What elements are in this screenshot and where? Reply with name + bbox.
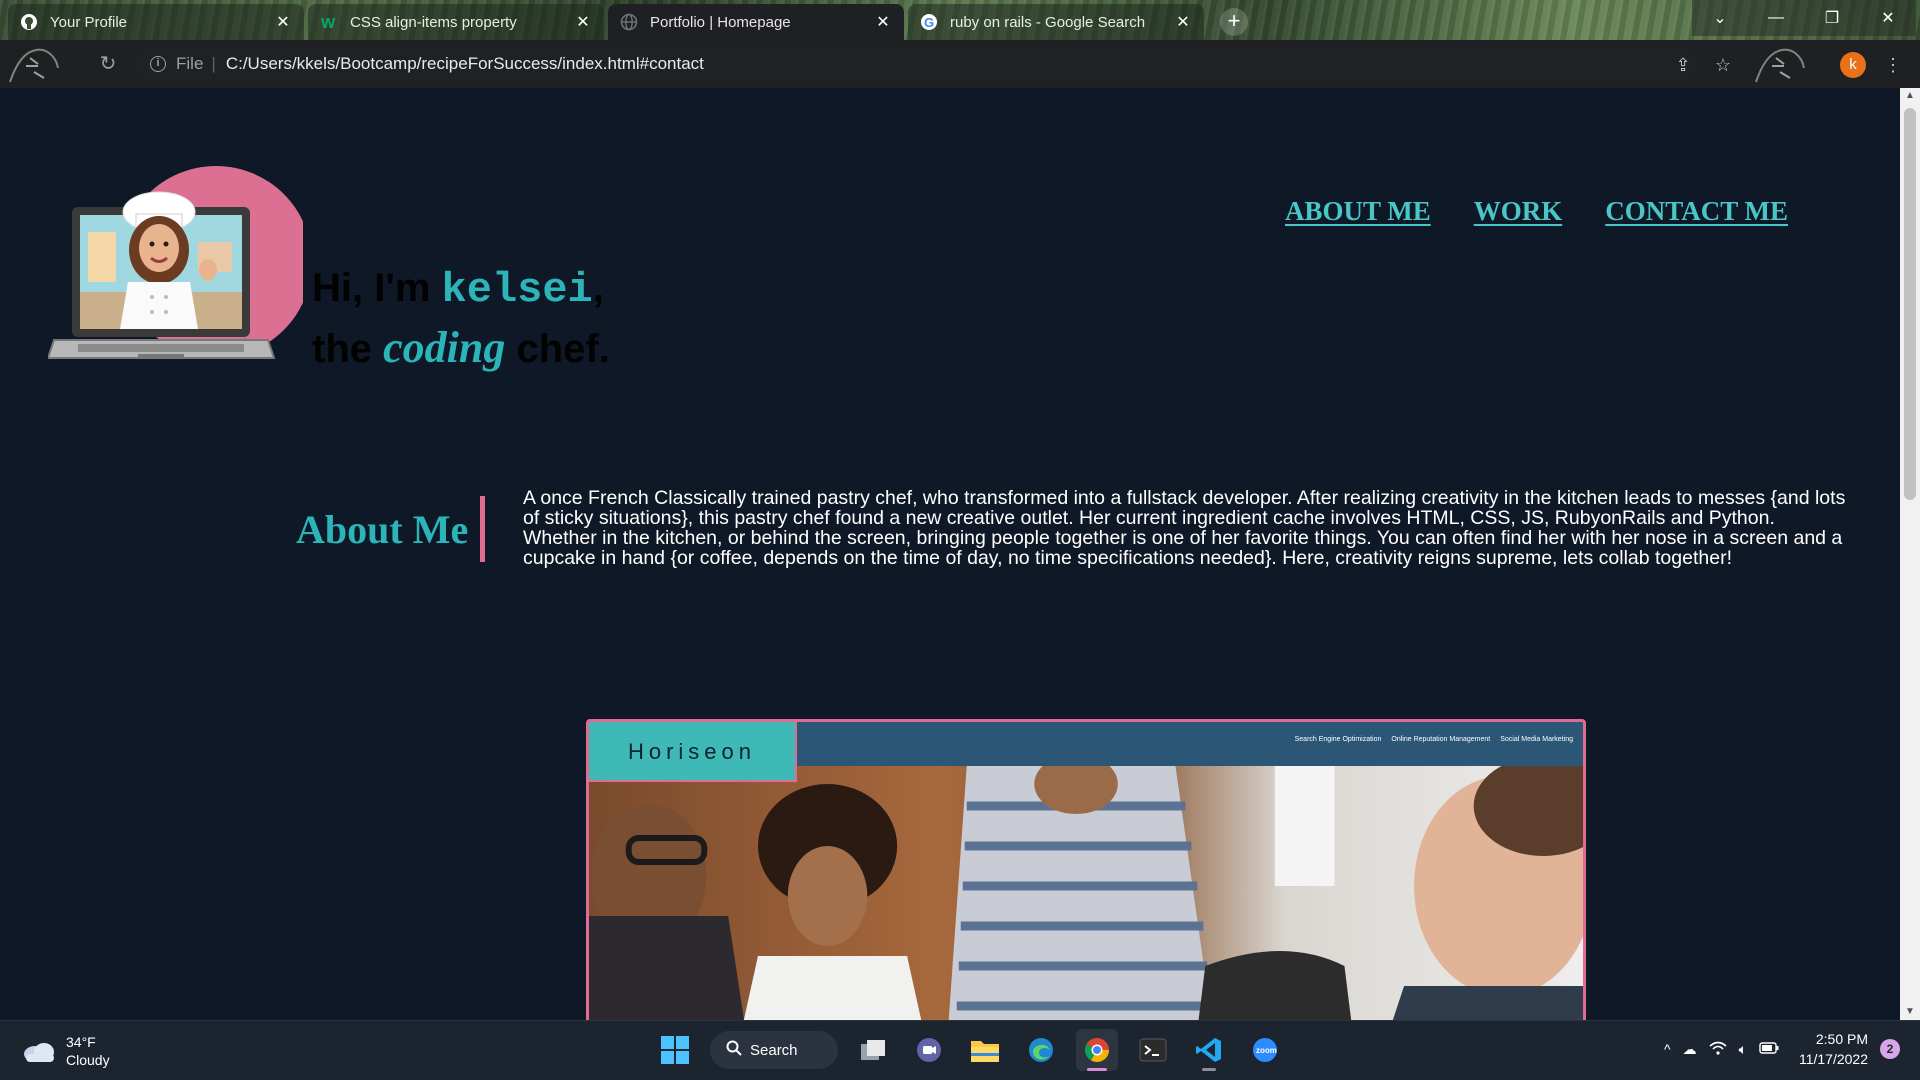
close-icon[interactable]: ✕ <box>1174 13 1192 31</box>
new-tab-button[interactable]: + <box>1220 8 1248 36</box>
close-window-button[interactable]: ✕ <box>1860 0 1916 36</box>
reload-icon[interactable]: ↻ <box>96 52 120 76</box>
hero-name: kelsei <box>441 266 593 314</box>
zoom-icon[interactable]: zoom <box>1244 1029 1286 1071</box>
weather-condition: Cloudy <box>66 1052 110 1068</box>
chevron-up-icon[interactable]: ^ <box>1664 1041 1671 1057</box>
scroll-up-arrow-icon[interactable]: ▲ <box>1900 88 1920 104</box>
minimize-button[interactable]: — <box>1748 0 1804 36</box>
scroll-down-arrow-icon[interactable]: ▼ <box>1900 1004 1920 1020</box>
theme-deco-icon <box>9 48 59 83</box>
browser-toolbar: ↻ i File | C:/Users/kkels/Bootcamp/recip… <box>0 40 1920 88</box>
tab-your-profile[interactable]: Your Profile ✕ <box>8 4 304 40</box>
system-clock[interactable]: 2:50 PM 11/17/2022 <box>1799 1029 1868 1069</box>
hero-the: the <box>312 327 384 371</box>
nav-work[interactable]: WORK <box>1474 196 1563 227</box>
menu-kebab-icon[interactable]: ⋮ <box>1882 54 1904 76</box>
hero-line-1: Hi, I'm kelsei, <box>312 260 610 319</box>
cloud-icon <box>24 1043 54 1062</box>
project-link-seo: Search Engine Optimization <box>1294 736 1382 743</box>
project-nav-links: Search Engine Optimization Online Reputa… <box>1295 736 1573 743</box>
url-text[interactable]: C:/Users/kkels/Bootcamp/recipeForSuccess… <box>226 54 704 74</box>
hero-chef: chef. <box>505 327 610 371</box>
search-icon <box>726 1040 742 1060</box>
page-scrollbar[interactable]: ▲ ▼ <box>1900 88 1920 1020</box>
work-project-card[interactable]: Horiseon Search Engine Optimization Onli… <box>586 719 1586 1020</box>
bookmark-star-icon[interactable]: ☆ <box>1712 54 1734 76</box>
tab-title: Your Profile <box>50 13 127 31</box>
project-team-photo <box>589 766 1583 1020</box>
hero-prefix: Hi, I'm <box>312 266 442 310</box>
main-nav: ABOUT ME WORK CONTACT ME <box>1285 196 1788 227</box>
volume-icon[interactable]: 🔈︎ <box>1739 1041 1747 1058</box>
battery-icon[interactable] <box>1759 1041 1779 1057</box>
close-icon[interactable]: ✕ <box>574 13 592 31</box>
tab-title: Portfolio | Homepage <box>650 13 791 31</box>
tab-portfolio-homepage[interactable]: Portfolio | Homepage ✕ <box>608 4 904 40</box>
vscode-icon[interactable] <box>1188 1029 1230 1071</box>
hero-coding: coding <box>383 323 506 372</box>
globe-icon <box>620 13 638 31</box>
project-link-social: Social Media Marketing <box>1500 736 1573 743</box>
chrome-browser-icon[interactable] <box>1076 1029 1118 1071</box>
about-heading: About Me <box>296 507 469 552</box>
clock-time: 2:50 PM <box>1815 1031 1868 1047</box>
svg-text:W: W <box>321 15 336 31</box>
site-info-icon[interactable]: i <box>150 56 166 72</box>
onedrive-cloud-icon[interactable]: ☁ <box>1683 1041 1697 1058</box>
project-link-reputation: Online Reputation Management <box>1391 736 1491 743</box>
taskbar-apps: Search zoom <box>654 1029 1286 1071</box>
scrollbar-thumb[interactable] <box>1904 108 1916 500</box>
tab-strip: Your Profile ✕ W CSS align-items propert… <box>0 0 1920 40</box>
tab-title: ruby on rails - Google Search <box>950 13 1146 31</box>
url-scheme: File <box>176 54 204 73</box>
edge-browser-icon[interactable] <box>1020 1029 1062 1071</box>
wifi-icon[interactable] <box>1709 1041 1727 1058</box>
close-icon[interactable]: ✕ <box>274 13 292 31</box>
profile-avatar[interactable]: k <box>1840 52 1866 78</box>
url-separator: | <box>211 54 216 73</box>
close-icon[interactable]: ✕ <box>874 13 892 31</box>
svg-text:zoom: zoom <box>1256 1046 1277 1055</box>
hero-heading: Hi, I'm kelsei, the coding chef. <box>312 260 610 378</box>
tab-google-search[interactable]: G ruby on rails - Google Search ✕ <box>908 4 1204 40</box>
weather-temp: 34°F <box>66 1034 96 1050</box>
taskbar-search[interactable]: Search <box>710 1031 838 1069</box>
about-divider <box>480 496 485 562</box>
notification-badge[interactable]: 2 <box>1880 1039 1900 1059</box>
page-viewport: Hi, I'm kelsei, the coding chef. ABOUT M… <box>0 88 1900 1020</box>
restore-button[interactable]: ❐ <box>1804 0 1860 36</box>
nav-about-me[interactable]: ABOUT ME <box>1285 196 1431 227</box>
w3schools-icon: W <box>320 13 338 31</box>
windows-start-icon[interactable] <box>654 1029 696 1071</box>
system-tray: ^ ☁ 🔈︎ 2:50 PM 11/17/2022 2 <box>1664 1029 1900 1069</box>
address-bar[interactable]: i File | C:/Users/kkels/Bootcamp/recipeF… <box>136 46 1696 82</box>
svg-text:G: G <box>924 15 934 30</box>
file-explorer-icon[interactable] <box>964 1029 1006 1071</box>
clock-date: 11/17/2022 <box>1798 1051 1868 1067</box>
google-icon: G <box>920 13 938 31</box>
theme-deco-icon <box>1755 48 1805 83</box>
search-label: Search <box>750 1041 798 1059</box>
chef-laptop-logo <box>48 166 303 359</box>
project-brand-logo: Horiseon <box>589 722 797 782</box>
tab-css-align-items[interactable]: W CSS align-items property ✕ <box>308 4 604 40</box>
github-icon <box>20 13 38 31</box>
hero-comma: , <box>592 266 604 310</box>
terminal-icon[interactable] <box>1132 1029 1174 1071</box>
about-paragraph: A once French Classically trained pastry… <box>523 487 1846 569</box>
share-icon[interactable]: ⇪ <box>1672 54 1694 76</box>
hero-line-2: the coding chef. <box>312 319 610 378</box>
windows-taskbar: 34°F Cloudy Search zoom ^ ☁ 🔈︎ 2:50 PM 1… <box>0 1020 1920 1080</box>
teams-chat-icon[interactable] <box>908 1029 950 1071</box>
tab-search-button[interactable]: ⌄ <box>1692 0 1748 36</box>
weather-widget[interactable]: 34°F Cloudy <box>22 1033 110 1069</box>
nav-contact-me[interactable]: CONTACT ME <box>1605 196 1788 227</box>
tab-title: CSS align-items property <box>350 13 517 31</box>
task-view-icon[interactable] <box>852 1029 894 1071</box>
